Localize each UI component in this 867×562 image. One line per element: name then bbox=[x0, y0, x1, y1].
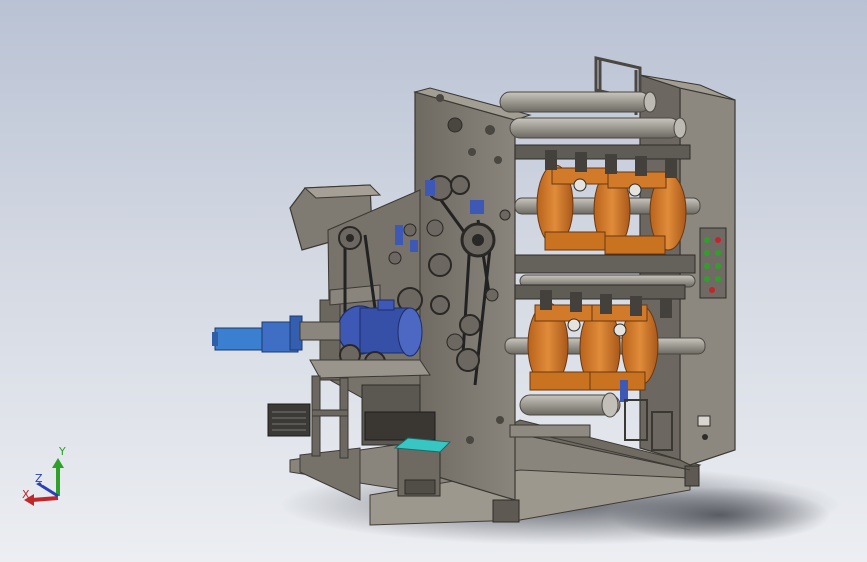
triad-x-axis: X bbox=[22, 488, 59, 506]
triad-z-axis: Z bbox=[35, 472, 59, 498]
middle-rail bbox=[514, 254, 696, 288]
triad-x-label: X bbox=[22, 488, 30, 501]
lower-orange-rolls[interactable] bbox=[527, 302, 659, 391]
upper-slitter-assembly[interactable] bbox=[514, 144, 701, 255]
upper-orange-rolls[interactable] bbox=[536, 164, 687, 255]
slitting-machine-model[interactable] bbox=[212, 56, 736, 526]
triad-y-axis: Y bbox=[52, 445, 66, 496]
triad-y-label: Y bbox=[58, 445, 66, 458]
electrical-box[interactable] bbox=[267, 403, 311, 437]
triad-z-label: Z bbox=[35, 472, 43, 485]
cad-viewport[interactable] bbox=[0, 0, 867, 562]
coordinate-triad: Y X Z bbox=[22, 445, 66, 506]
